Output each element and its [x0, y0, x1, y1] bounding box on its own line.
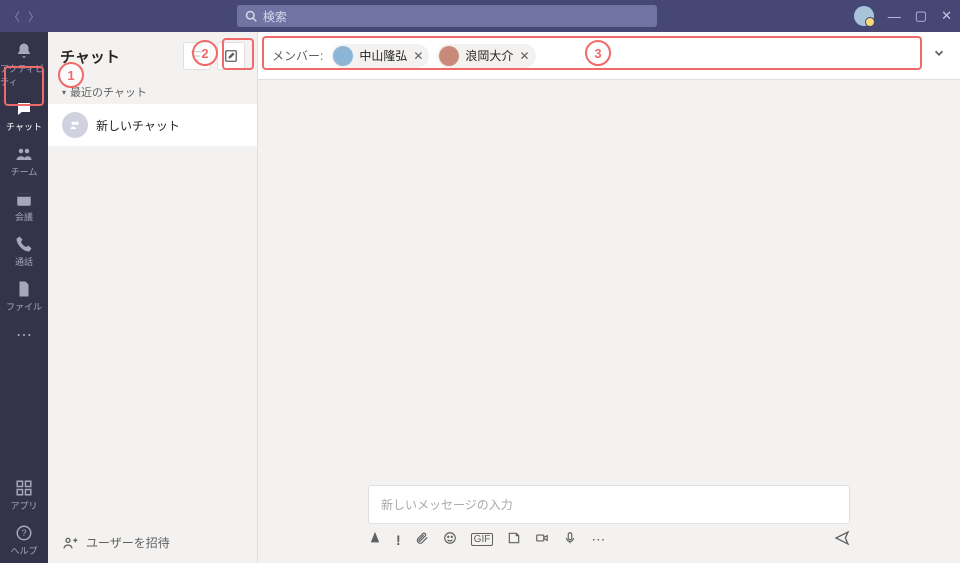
user-avatar[interactable]	[854, 6, 874, 26]
rail-label: チャット	[6, 120, 42, 133]
rail-label: チーム	[11, 165, 38, 178]
format-icon	[368, 531, 382, 545]
rail-chat[interactable]: チャット	[0, 94, 48, 139]
chat-content-pane: メンバー: 中山隆弘 ✕ 浪岡大介 ✕ 新しいメッセージの入力 !	[258, 32, 960, 563]
rail-files[interactable]: ファイル	[0, 274, 48, 319]
invite-icon	[62, 535, 78, 551]
chat-list-pane: チャット ▾ 最近のチャット 新しいチャット ユーザーを招待	[48, 32, 258, 563]
invite-label: ユーザーを招待	[86, 534, 170, 551]
chat-avatar	[62, 112, 88, 138]
help-icon: ?	[15, 524, 33, 542]
meet-button[interactable]	[535, 531, 549, 548]
chat-item-name: 新しいチャット	[96, 117, 180, 134]
rail-more[interactable]: ⋯	[0, 319, 48, 351]
forward-button[interactable]: 〉	[28, 8, 40, 25]
chat-list-header: チャット	[48, 32, 257, 80]
send-button[interactable]	[834, 530, 850, 549]
bell-icon	[15, 42, 33, 60]
filter-button[interactable]	[183, 42, 211, 70]
more-button[interactable]: ⋯	[591, 531, 605, 548]
rail-apps[interactable]: アプリ	[0, 473, 48, 518]
title-bar: 〈 〉 検索 — ▢ ✕	[0, 0, 960, 32]
recent-section-label: ▾ 最近のチャット	[48, 80, 257, 104]
invite-users-button[interactable]: ユーザーを招待	[48, 522, 257, 563]
rail-label: 会議	[15, 210, 33, 223]
maximize-button[interactable]: ▢	[915, 8, 927, 24]
rail-label: アクティビティ	[0, 62, 48, 88]
phone-icon	[15, 235, 33, 253]
minimize-button[interactable]: —	[888, 9, 901, 24]
gif-button[interactable]: GIF	[471, 533, 494, 546]
remove-chip-button[interactable]: ✕	[519, 49, 529, 63]
close-button[interactable]: ✕	[941, 8, 952, 24]
chat-list-title: チャット	[60, 46, 177, 67]
message-input[interactable]: 新しいメッセージの入力	[368, 485, 850, 524]
rail-label: ファイル	[6, 300, 42, 313]
attach-button[interactable]	[415, 531, 429, 548]
rail-meetings[interactable]: 会議	[0, 184, 48, 229]
new-chat-button[interactable]	[217, 42, 245, 70]
ellipsis-icon: ⋯	[16, 325, 32, 345]
search-box[interactable]: 検索	[237, 5, 657, 27]
send-icon	[834, 530, 850, 546]
emoji-icon	[443, 531, 457, 545]
member-avatar	[439, 46, 459, 66]
paperclip-icon	[415, 531, 429, 545]
main-area: チャット ▾ 最近のチャット 新しいチャット ユーザーを招待 メンバー:	[48, 32, 960, 563]
rail-teams[interactable]: チーム	[0, 139, 48, 184]
search-icon	[245, 10, 257, 22]
sticker-button[interactable]	[507, 531, 521, 548]
member-name: 中山隆弘	[359, 47, 407, 64]
chat-list-item[interactable]: 新しいチャット	[48, 104, 257, 146]
stream-button[interactable]	[563, 531, 577, 548]
rail-activity[interactable]: アクティビティ	[0, 36, 48, 94]
emoji-button[interactable]	[443, 531, 457, 548]
back-button[interactable]: 〈	[8, 8, 20, 25]
members-bar: メンバー: 中山隆弘 ✕ 浪岡大介 ✕	[258, 32, 960, 80]
rail-label: 通話	[15, 255, 33, 268]
members-label: メンバー:	[272, 47, 323, 64]
rail-label: ヘルプ	[10, 544, 37, 557]
sticker-icon	[507, 531, 521, 545]
compose-toolbar: ! GIF ⋯	[368, 530, 850, 549]
expand-members-button[interactable]	[932, 46, 946, 65]
camera-icon	[535, 531, 549, 545]
rail-help[interactable]: ? ヘルプ	[0, 518, 48, 563]
history-nav: 〈 〉	[8, 8, 40, 25]
member-avatar	[333, 46, 353, 66]
file-icon	[15, 280, 33, 298]
apps-icon	[15, 479, 33, 497]
chat-icon	[15, 100, 33, 118]
calendar-icon	[15, 190, 33, 208]
compose-icon	[224, 49, 238, 63]
chevron-down-icon	[932, 46, 946, 60]
priority-button[interactable]: !	[396, 532, 401, 548]
teams-icon	[15, 145, 33, 163]
app-rail: アクティビティ チャット チーム 会議 通話 ファイル ⋯ アプリ ? ヘルプ	[0, 32, 48, 563]
member-name: 浪岡大介	[465, 47, 513, 64]
svg-text:?: ?	[21, 528, 26, 538]
group-icon	[68, 118, 82, 132]
chevron-down-icon: ▾	[62, 88, 66, 97]
search-placeholder: 検索	[263, 8, 287, 25]
rail-label: アプリ	[10, 499, 37, 512]
remove-chip-button[interactable]: ✕	[413, 49, 423, 63]
message-placeholder: 新しいメッセージの入力	[381, 498, 513, 512]
conversation-area	[258, 80, 960, 485]
mic-icon	[563, 531, 577, 545]
format-button[interactable]	[368, 531, 382, 548]
filter-icon	[190, 49, 204, 63]
member-chip[interactable]: 浪岡大介 ✕	[437, 44, 535, 68]
rail-calls[interactable]: 通話	[0, 229, 48, 274]
window-controls: — ▢ ✕	[854, 6, 952, 26]
member-chip[interactable]: 中山隆弘 ✕	[331, 44, 429, 68]
compose-area: 新しいメッセージの入力 ! GIF ⋯	[258, 485, 960, 563]
